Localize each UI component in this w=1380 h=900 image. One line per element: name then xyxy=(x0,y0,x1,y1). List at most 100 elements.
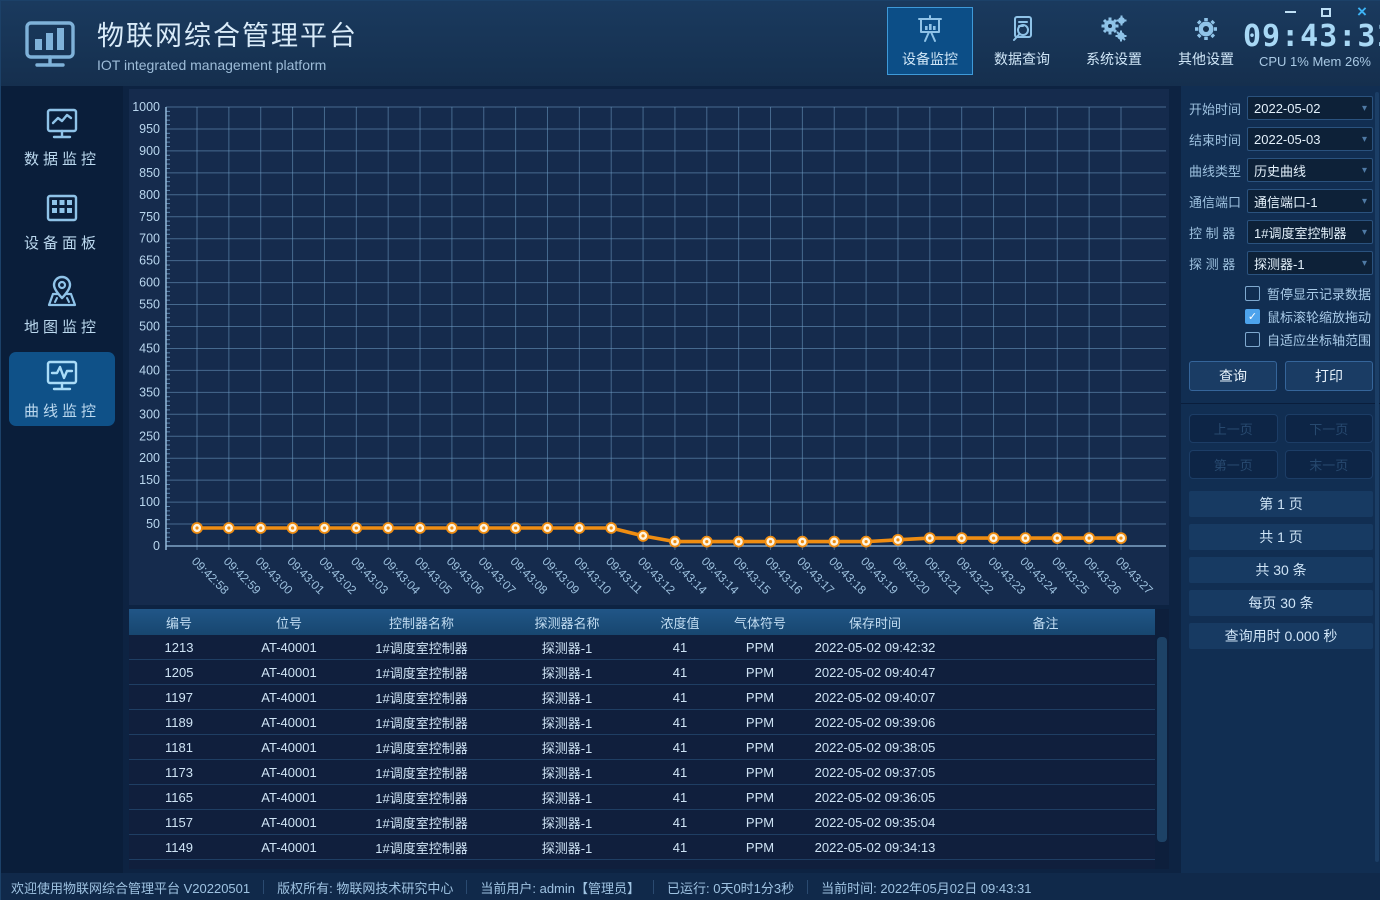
table-cell xyxy=(950,785,1141,809)
column-header[interactable]: 浓度值 xyxy=(640,609,720,635)
column-header[interactable]: 保存时间 xyxy=(800,609,950,635)
chevron-down-icon: ▾ xyxy=(1362,227,1367,238)
field-label: 曲线类型 xyxy=(1189,161,1247,180)
svg-text:950: 950 xyxy=(139,122,160,136)
table-cell: 1197 xyxy=(129,685,229,709)
table-cell: 探测器-1 xyxy=(494,760,640,784)
maximize-button[interactable] xyxy=(1319,5,1333,19)
table-row[interactable]: 1213AT-400011#调度室控制器探测器-141PPM2022-05-02… xyxy=(129,635,1169,660)
svg-text:450: 450 xyxy=(139,341,160,355)
end-time-select[interactable]: 2022-05-03 ▾ xyxy=(1247,127,1373,151)
start-time-select[interactable]: 2022-05-02 ▾ xyxy=(1247,96,1373,120)
minimize-button[interactable] xyxy=(1283,5,1297,19)
nav-system-settings[interactable]: 系统设置 xyxy=(1071,7,1157,75)
table-scrollbar[interactable] xyxy=(1155,609,1169,869)
svg-text:50: 50 xyxy=(146,517,160,531)
table-row[interactable]: 1173AT-400011#调度室控制器探测器-141PPM2022-05-02… xyxy=(129,760,1169,785)
table-row[interactable]: 1165AT-400011#调度室控制器探测器-141PPM2022-05-02… xyxy=(129,785,1169,810)
table-row[interactable]: 1197AT-400011#调度室控制器探测器-141PPM2022-05-02… xyxy=(129,685,1169,710)
table-row[interactable]: 1181AT-400011#调度室控制器探测器-141PPM2022-05-02… xyxy=(129,735,1169,760)
copyright-text: 版权所有: 物联网技术研究中心 xyxy=(277,878,453,897)
action-buttons: 查询 打印 xyxy=(1189,361,1373,391)
table-cell: AT-40001 xyxy=(229,735,349,759)
table-cell: 2022-05-02 09:38:05 xyxy=(800,735,950,759)
status-separator xyxy=(263,880,264,894)
data-monitor-screen-icon xyxy=(43,106,81,142)
pause-display-checkbox[interactable] xyxy=(1245,286,1260,301)
field-label: 控 制 器 xyxy=(1189,223,1247,242)
table-cell: 1#调度室控制器 xyxy=(349,660,494,684)
table-cell: 1#调度室控制器 xyxy=(349,635,494,659)
nav-device-monitor[interactable]: 设备监控 xyxy=(887,7,973,75)
table-cell: 41 xyxy=(640,835,720,859)
table-row[interactable]: 1157AT-400011#调度室控制器探测器-141PPM2022-05-02… xyxy=(129,810,1169,835)
status-separator xyxy=(466,880,467,894)
controller-select[interactable]: 1#调度室控制器 ▾ xyxy=(1247,220,1373,244)
table-cell: 2022-05-02 09:36:05 xyxy=(800,785,950,809)
nav-other-settings[interactable]: 其他设置 xyxy=(1163,7,1249,75)
column-header[interactable]: 位号 xyxy=(229,609,349,635)
table-scrollbar-thumb[interactable] xyxy=(1157,637,1167,842)
top-nav: 设备监控 数据查询 xyxy=(887,7,1249,75)
current-time-text: 当前时间: 2022年05月02日 09:43:31 xyxy=(821,878,1031,897)
table-row[interactable]: 1205AT-400011#调度室控制器探测器-141PPM2022-05-02… xyxy=(129,660,1169,685)
column-header[interactable]: 控制器名称 xyxy=(349,609,494,635)
chevron-down-icon: ▾ xyxy=(1362,103,1367,114)
panel-scrollbar[interactable] xyxy=(1375,92,1379,862)
table-row[interactable]: 1189AT-400011#调度室控制器探测器-141PPM2022-05-02… xyxy=(129,710,1169,735)
auto-axis-checkbox[interactable] xyxy=(1245,332,1260,347)
field-detector: 探 测 器 探测器-1 ▾ xyxy=(1189,251,1373,275)
field-value: 2022-05-03 xyxy=(1254,132,1321,147)
welcome-version-text: 欢迎使用物联网综合管理平台 V20220501 xyxy=(11,878,250,897)
other-settings-gear-icon xyxy=(1191,14,1221,44)
next-page-button[interactable]: 下一页 xyxy=(1285,414,1374,443)
sidebar-item-data-monitor[interactable]: 数据监控 xyxy=(9,100,115,174)
checkbox-auto-axis: 自适应坐标轴范围 xyxy=(1189,328,1371,351)
column-header[interactable]: 编号 xyxy=(129,609,229,635)
monitor-bar-chart-icon xyxy=(21,15,79,73)
field-value: 探测器-1 xyxy=(1254,254,1305,273)
curve-type-select[interactable]: 历史曲线 ▾ xyxy=(1247,158,1373,182)
sidebar-item-map-monitor[interactable]: 地图监控 xyxy=(9,268,115,342)
mem-usage: Mem 26% xyxy=(1312,54,1371,69)
sidebar-item-curve-monitor[interactable]: 曲线监控 xyxy=(9,352,115,426)
column-header[interactable]: 气体符号 xyxy=(720,609,800,635)
nav-label: 系统设置 xyxy=(1086,49,1142,69)
checkbox-wheel-zoom: ✓ 鼠标滚轮缩放拖动 xyxy=(1189,305,1371,328)
field-label: 结束时间 xyxy=(1189,130,1247,149)
app-title: 物联网综合管理平台 xyxy=(97,14,358,53)
clock-area: × 09:43:31 CPU 1% Mem 26% xyxy=(1243,3,1371,69)
detector-select[interactable]: 探测器-1 ▾ xyxy=(1247,251,1373,275)
records-table: 编号 位号 控制器名称 探测器名称 浓度值 气体符号 保存时间 备注 1213A… xyxy=(129,609,1169,869)
curve-chart-area[interactable]: 0501001502002503003504004505005506006507… xyxy=(129,89,1169,605)
records-table-body: 1213AT-400011#调度室控制器探测器-141PPM2022-05-02… xyxy=(129,635,1169,860)
panel-divider xyxy=(1181,403,1380,404)
sidebar-item-device-panel[interactable]: 设备面板 xyxy=(9,184,115,258)
table-row[interactable]: 1149AT-400011#调度室控制器探测器-141PPM2022-05-02… xyxy=(129,835,1169,860)
wheel-zoom-checkbox[interactable]: ✓ xyxy=(1245,309,1260,324)
column-header[interactable]: 备注 xyxy=(950,609,1141,635)
query-button[interactable]: 查询 xyxy=(1189,361,1277,391)
close-button[interactable]: × xyxy=(1355,5,1369,19)
table-cell: PPM xyxy=(720,760,800,784)
table-cell: 探测器-1 xyxy=(494,810,640,834)
column-header[interactable]: 探测器名称 xyxy=(494,609,640,635)
table-cell: AT-40001 xyxy=(229,710,349,734)
field-value: 1#调度室控制器 xyxy=(1254,223,1346,242)
first-page-button[interactable]: 第一页 xyxy=(1189,450,1278,479)
table-cell: 1#调度室控制器 xyxy=(349,810,494,834)
table-cell: 41 xyxy=(640,760,720,784)
table-cell: 41 xyxy=(640,735,720,759)
table-cell xyxy=(950,635,1141,659)
comm-port-select[interactable]: 通信端口-1 ▾ xyxy=(1247,189,1373,213)
table-cell xyxy=(950,710,1141,734)
device-panel-grid-icon xyxy=(43,190,81,226)
title-bar: 物联网综合管理平台 IOT integrated management plat… xyxy=(1,1,1380,86)
last-page-button[interactable]: 末一页 xyxy=(1285,450,1374,479)
nav-data-query[interactable]: 数据查询 xyxy=(979,7,1065,75)
table-cell: 1#调度室控制器 xyxy=(349,835,494,859)
prev-page-button[interactable]: 上一页 xyxy=(1189,414,1278,443)
field-value: 2022-05-02 xyxy=(1254,101,1321,116)
svg-text:1000: 1000 xyxy=(132,100,160,114)
print-button[interactable]: 打印 xyxy=(1285,361,1373,391)
